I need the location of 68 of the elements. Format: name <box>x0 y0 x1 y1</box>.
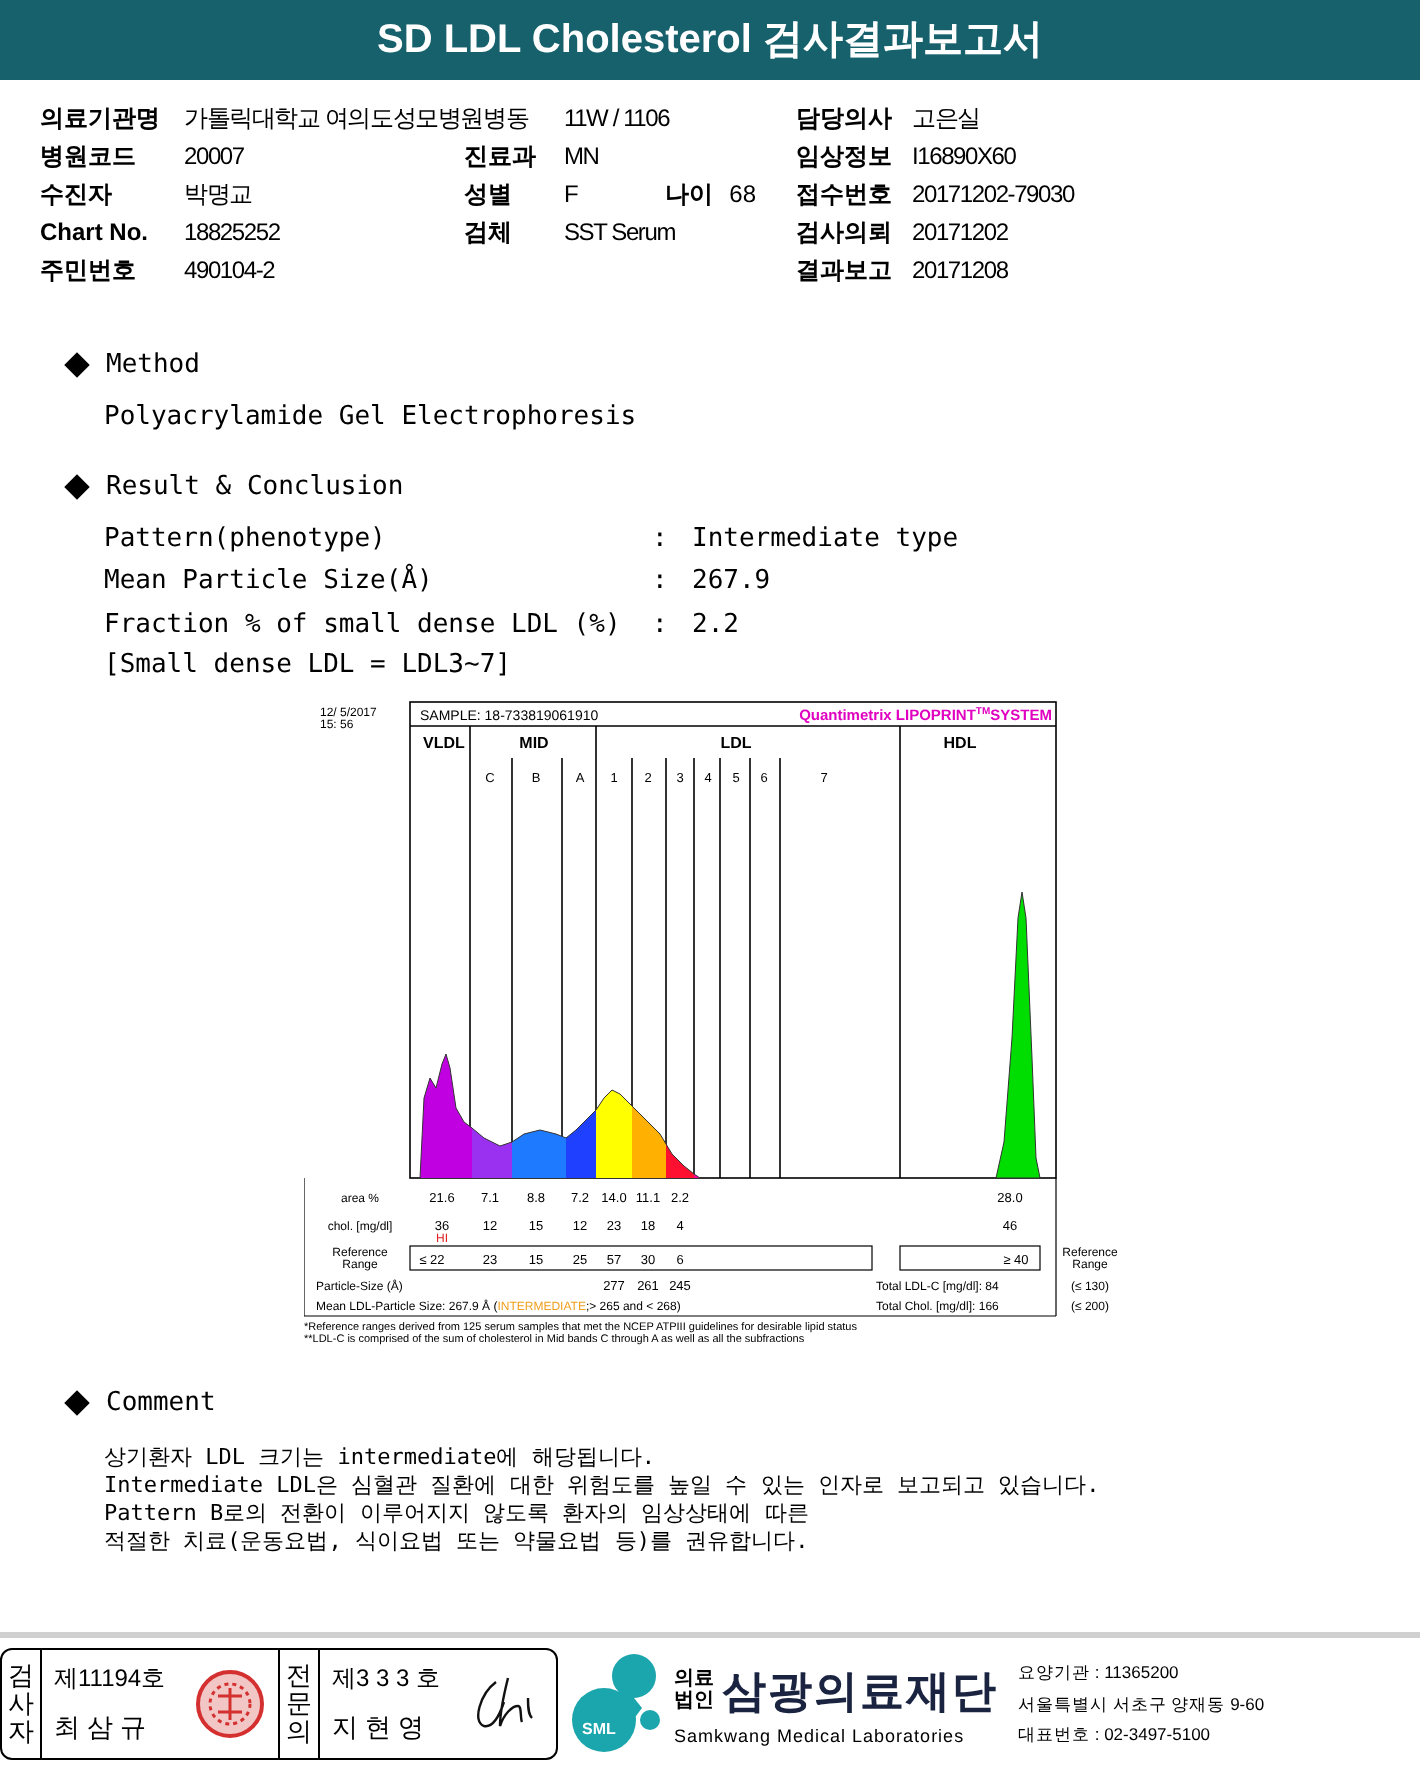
field-value: F <box>564 178 578 212</box>
field-label: 수진자 <box>40 178 114 212</box>
field-value: 박명교 <box>184 178 252 212</box>
field-label: 나이 <box>665 178 714 212</box>
field-label: 담당의사 <box>796 102 894 136</box>
field-value: 가톨릭대학교 여의도성모병원병동 <box>184 102 529 136</box>
fraction-group-label: VLDL <box>423 734 465 752</box>
field-label: 의료기관명 <box>40 102 162 136</box>
result-separator: : <box>652 607 670 643</box>
field-value: I16890X60 <box>912 140 1016 174</box>
comment-line: 상기환자 LDL 크기는 intermediate에 해당됩니다. <box>104 1443 657 1471</box>
field-value: 20171202-79030 <box>912 178 1074 212</box>
comment-line: 적절한 치료(운동요법, 식이요법 또는 약물요법 등)를 권유합니다. <box>104 1527 811 1555</box>
field-label: 진료과 <box>464 140 538 174</box>
field-value: 20007 <box>184 140 244 174</box>
seal-stamp-icon <box>194 1668 266 1740</box>
field-value: 20171202 <box>912 216 1008 250</box>
org-type: 의료 <box>674 1668 714 1691</box>
logo-text: SML <box>582 1718 616 1742</box>
signer-role: 검사자 <box>8 1661 34 1747</box>
field-label: 접수번호 <box>796 178 894 212</box>
field-label: 임상정보 <box>796 140 894 174</box>
contact-line: 서울특별시 서초구 양재동 9-60 <box>1018 1691 1265 1717</box>
org-english-name: Samkwang Medical Laboratories <box>674 1723 967 1750</box>
result-label: Mean Particle Size(Å) <box>104 562 435 600</box>
comment-line: Intermediate LDL은 심혈관 질환에 대한 위험도를 높일 수 있는 인자로 보고되고 있습니다. <box>104 1471 1102 1499</box>
report-title: SD LDL Cholesterol 검사결과보고서 <box>377 16 1043 66</box>
comment-line: Pattern B로의 전환이 이루어지지 않도록 환자의 임상상태에 따른 <box>104 1499 811 1527</box>
signer-name: 지 현 영 <box>332 1710 427 1747</box>
result-note: [Small dense LDL = LDL3~7] <box>104 648 513 684</box>
field-value: SST Serum <box>564 216 675 250</box>
field-label: Chart No. <box>40 216 150 250</box>
contact-line: 요양기관 : 11365200 <box>1018 1659 1181 1686</box>
logo-icon <box>570 1652 662 1756</box>
signer-role: 전문의 <box>286 1661 312 1747</box>
result-value: 2.2 <box>692 607 739 643</box>
field-label: 주민번호 <box>40 254 138 288</box>
field-label: 검체 <box>464 216 514 250</box>
field-label: 검사의뢰 <box>796 216 894 250</box>
result-value: 267.9 <box>692 564 771 600</box>
contact-line: 대표번호 : 02-3497-5100 <box>1018 1722 1213 1749</box>
field-value: 11W / 1106 <box>564 102 670 136</box>
section-heading: Comment <box>106 1386 216 1422</box>
field-label: 성별 <box>464 178 514 212</box>
license-number: 제3 3 3 호 <box>332 1662 443 1697</box>
field-label: 결과보고 <box>796 254 894 288</box>
result-label: Fraction % of small dense LDL (%) <box>104 607 623 643</box>
result-value: Intermediate type <box>692 521 959 557</box>
result-separator: : <box>652 521 670 557</box>
field-label: 병원코드 <box>40 140 138 174</box>
fraction-group-label: LDL <box>720 734 752 752</box>
field-value: 고은실 <box>912 102 980 136</box>
section-heading: Method <box>106 348 200 384</box>
signer-name: 최 삼 규 <box>54 1710 149 1747</box>
field-value: 490104-2 <box>184 254 275 288</box>
field-value: 18825252 <box>184 216 280 250</box>
fraction-group-label: HDL <box>943 734 977 752</box>
field-value: 20171208 <box>912 254 1008 288</box>
org-name: 삼광의료재단 <box>722 1663 998 1720</box>
section-heading: Result & Conclusion <box>106 470 404 506</box>
method-text: Polyacrylamide Gel Electrophoresis <box>104 399 639 435</box>
field-value: MN <box>564 140 599 174</box>
fraction-group-label: MID <box>519 734 549 752</box>
result-separator: : <box>652 564 670 600</box>
field-value: 68 <box>729 178 756 212</box>
result-label: Pattern(phenotype) <box>104 521 388 557</box>
org-type: 법인 <box>674 1690 714 1713</box>
license-number: 제11194호 <box>54 1662 168 1697</box>
